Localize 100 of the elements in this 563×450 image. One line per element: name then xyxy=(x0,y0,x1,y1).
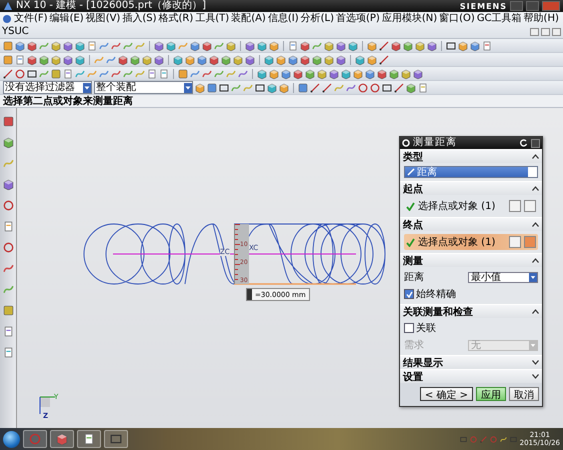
cube-icon[interactable] xyxy=(281,68,291,78)
doc-icon[interactable] xyxy=(15,54,25,64)
cube-icon[interactable] xyxy=(367,54,377,64)
cube-icon[interactable] xyxy=(317,68,327,78)
doc-icon[interactable] xyxy=(147,68,157,78)
curve-icon[interactable] xyxy=(39,40,49,50)
doc-icon[interactable] xyxy=(482,40,492,50)
line-icon[interactable] xyxy=(394,82,404,92)
cube-icon[interactable] xyxy=(15,40,25,50)
doc-icon[interactable] xyxy=(288,40,298,50)
doc-icon[interactable] xyxy=(2,326,14,337)
menu-item[interactable]: YSUC xyxy=(2,25,29,38)
point-dialog-button[interactable] xyxy=(509,200,521,212)
menu-item[interactable]: 窗口(O) xyxy=(439,12,475,25)
gear-icon[interactable] xyxy=(402,139,410,147)
doc-icon[interactable] xyxy=(63,68,73,78)
cube-icon[interactable] xyxy=(348,40,358,50)
cube-icon[interactable] xyxy=(413,68,423,78)
cube-icon[interactable] xyxy=(276,54,286,64)
cube-icon[interactable] xyxy=(377,68,387,78)
cube-icon[interactable] xyxy=(341,68,351,78)
cube-icon[interactable] xyxy=(118,54,128,64)
menu-item[interactable]: 信息(I) xyxy=(268,12,299,25)
collapse-chevron-icon[interactable] xyxy=(532,154,539,159)
menu-item[interactable]: 编辑(E) xyxy=(50,12,84,25)
cube-icon[interactable] xyxy=(27,40,37,50)
close-button[interactable] xyxy=(552,28,561,36)
cube-icon[interactable] xyxy=(365,68,375,78)
app-menu-icon[interactable] xyxy=(2,14,12,24)
cube-icon[interactable] xyxy=(63,54,73,64)
curve-icon[interactable] xyxy=(500,436,507,442)
cube-icon[interactable] xyxy=(233,54,243,64)
cube-icon[interactable] xyxy=(173,54,183,64)
expand-chevron-icon[interactable] xyxy=(532,374,539,379)
rect-icon[interactable] xyxy=(446,40,456,50)
circle-icon[interactable] xyxy=(2,242,14,253)
scope-dropdown[interactable]: 整个装配 xyxy=(94,81,193,94)
cube-icon[interactable] xyxy=(367,40,377,50)
point-dialog-button[interactable] xyxy=(509,236,521,248)
line-icon[interactable] xyxy=(379,54,389,64)
cube-icon[interactable] xyxy=(2,137,14,148)
distance-dropdown[interactable]: 最小值 xyxy=(468,272,538,282)
cube-icon[interactable] xyxy=(195,82,205,92)
restore-button[interactable] xyxy=(541,28,550,36)
curve-icon[interactable] xyxy=(214,40,224,50)
cube-icon[interactable] xyxy=(305,68,315,78)
section-header[interactable]: 测量 xyxy=(400,254,542,267)
line-icon[interactable] xyxy=(379,40,389,50)
circle-icon[interactable] xyxy=(15,68,25,78)
cube-icon[interactable] xyxy=(56,433,68,445)
start-button[interactable] xyxy=(3,430,20,448)
dialog-button[interactable]: < 确定 > xyxy=(420,387,473,401)
cube-icon[interactable] xyxy=(329,68,339,78)
rect-icon[interactable] xyxy=(382,82,392,92)
minimize-button[interactable] xyxy=(530,28,539,36)
menu-item[interactable]: GC工具箱 xyxy=(476,12,522,25)
point-selector[interactable]: 选择点或对象 (1) xyxy=(404,234,538,250)
cube-icon[interactable] xyxy=(415,40,425,50)
cube-icon[interactable] xyxy=(130,54,140,64)
menu-item[interactable]: 首选项(P) xyxy=(336,12,380,25)
type-dropdown[interactable]: 距离 xyxy=(404,166,538,178)
menu-item[interactable]: 装配(A) xyxy=(231,12,266,25)
selection-filter-dropdown[interactable]: 没有选择过滤器 xyxy=(3,81,92,94)
cube-icon[interactable] xyxy=(336,40,346,50)
rect-icon[interactable] xyxy=(27,68,37,78)
doc-icon[interactable] xyxy=(159,68,169,78)
cube-icon[interactable] xyxy=(221,54,231,64)
menu-item[interactable]: 应用模块(N) xyxy=(382,12,438,25)
rect-icon[interactable] xyxy=(255,82,265,92)
cube-icon[interactable] xyxy=(401,68,411,78)
doc-icon[interactable] xyxy=(418,82,428,92)
cube-icon[interactable] xyxy=(279,82,289,92)
cube-icon[interactable] xyxy=(389,68,399,78)
cube-icon[interactable] xyxy=(226,40,236,50)
cube-icon[interactable] xyxy=(245,40,255,50)
cube-icon[interactable] xyxy=(403,40,413,50)
collapse-chevron-icon[interactable] xyxy=(532,186,539,191)
checkbox[interactable] xyxy=(404,289,414,299)
cube-icon[interactable] xyxy=(27,54,37,64)
cube-icon[interactable] xyxy=(75,54,85,64)
section-header[interactable]: 终点 xyxy=(400,218,542,231)
collapse-chevron-icon[interactable] xyxy=(532,258,539,263)
cube-icon[interactable] xyxy=(190,40,200,50)
cube-icon[interactable] xyxy=(300,40,310,50)
cube-icon[interactable] xyxy=(269,40,279,50)
cube-icon[interactable] xyxy=(2,179,14,190)
rect-icon[interactable] xyxy=(219,82,229,92)
cube-icon[interactable] xyxy=(324,54,334,64)
taskbar-app-button[interactable] xyxy=(104,430,128,448)
cube-icon[interactable] xyxy=(470,40,480,50)
section-header[interactable]: 设置 xyxy=(400,370,542,383)
circle-icon[interactable] xyxy=(358,82,368,92)
cube-icon[interactable] xyxy=(300,54,310,64)
expand-chevron-icon[interactable] xyxy=(532,360,539,365)
cube-icon[interactable] xyxy=(267,82,277,92)
cube-icon[interactable] xyxy=(288,54,298,64)
doc-icon[interactable] xyxy=(2,221,14,232)
cube-icon[interactable] xyxy=(185,54,195,64)
cube-icon[interactable] xyxy=(391,40,401,50)
menu-item[interactable]: 工具(T) xyxy=(195,12,230,25)
